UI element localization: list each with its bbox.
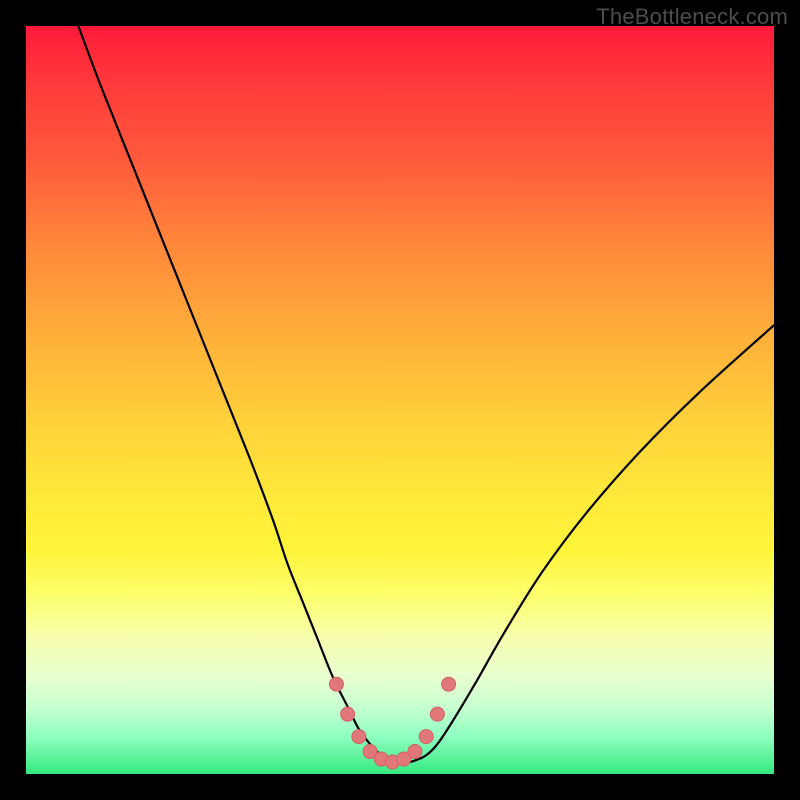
valley-marker <box>419 730 433 744</box>
valley-marker-group <box>329 677 455 769</box>
valley-marker <box>408 745 422 759</box>
valley-marker <box>442 677 456 691</box>
valley-marker <box>352 730 366 744</box>
chart-svg <box>26 26 774 774</box>
chart-frame: TheBottleneck.com <box>0 0 800 800</box>
chart-plot-area <box>26 26 774 774</box>
bottleneck-curve <box>78 26 774 763</box>
valley-marker <box>430 707 444 721</box>
valley-marker <box>329 677 343 691</box>
valley-marker <box>341 707 355 721</box>
